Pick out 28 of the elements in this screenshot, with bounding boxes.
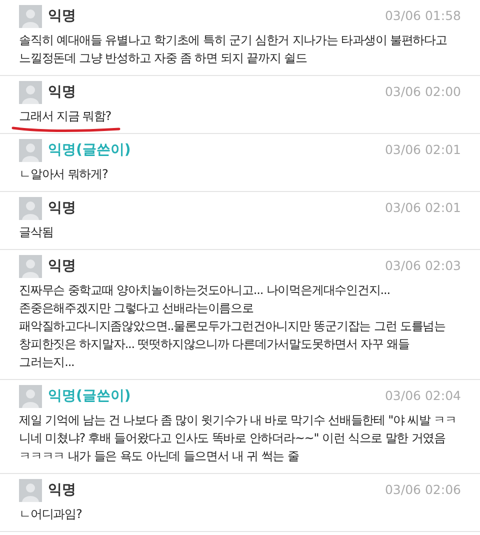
comment-text: 솔직히 예대애들 유별나고 학기초에 특히 군기 심한거 지나가는 타과생이 불편하다고 느낄정돈데 그냥 반성하고 자중 좀 하면 되지 끝까지 쉴드 — [19, 32, 448, 67]
avatar-icon — [19, 5, 42, 28]
author-name: 익명 — [48, 481, 76, 500]
comment-time: 03/06 02:01 — [384, 199, 461, 218]
comment-text: 그래서 지금 뭐함? — [19, 108, 112, 125]
avatar-icon — [19, 255, 42, 278]
comment-text: ㄴ알아서 뭐하게? — [19, 166, 109, 183]
comment-time: 03/06 02:03 — [384, 257, 461, 276]
comment-time: 03/06 02:00 — [384, 83, 461, 102]
author-name: 익명(글쓴이) — [48, 387, 131, 406]
author-name: 익명 — [48, 7, 76, 26]
avatar-icon — [19, 479, 42, 502]
avatar-icon — [19, 197, 42, 220]
comment-text: 글삭됨 — [19, 224, 54, 241]
comment-text: 제일 기억에 남는 건 나보다 좀 많이 윗기수가 내 바로 막기수 선배들한테 "야 씨발 ㅋㅋ 니네 미쳤냐? 후배 들어왔다고 인사도 똑바로 안하더라~~" 이런 식으로 말한 거였음 ㅋㅋㅋㅋ 내가 들은 욕도 아닌데 들으면서 내 귀 썩는 줄 — [19, 412, 458, 465]
avatar-icon — [19, 139, 42, 162]
author-name: 익명 — [48, 83, 76, 102]
comment-time: 03/06 02:01 — [384, 141, 461, 160]
author-name: 익명(글쓴이) — [48, 141, 131, 160]
comment-time: 03/06 01:58 — [384, 7, 461, 26]
comment-time: 03/06 02:04 — [384, 387, 461, 406]
comment-text: ㄴ어디과임? — [19, 506, 83, 523]
avatar-icon — [19, 385, 42, 408]
comment-time: 03/06 02:06 — [384, 481, 461, 500]
author-name: 익명 — [48, 257, 76, 276]
author-name: 익명 — [48, 199, 76, 218]
avatar-icon — [19, 81, 42, 104]
comment-text: 진짜무슨 중학교때 양아치놀이하는것도아니고... 나이먹은게대수인건지... 존중은해주겠지만 그렇다고 선배라는이름으로 패악질하고다니지좀않았으면..물론모두가그런건아니지만 똥군기잡는 그런 도를넘는 창피한짓은 하지말자... 떳떳하지않으니까 다른데가서말도못하면서 자꾸 왜들 그러는지... — [19, 282, 446, 371]
